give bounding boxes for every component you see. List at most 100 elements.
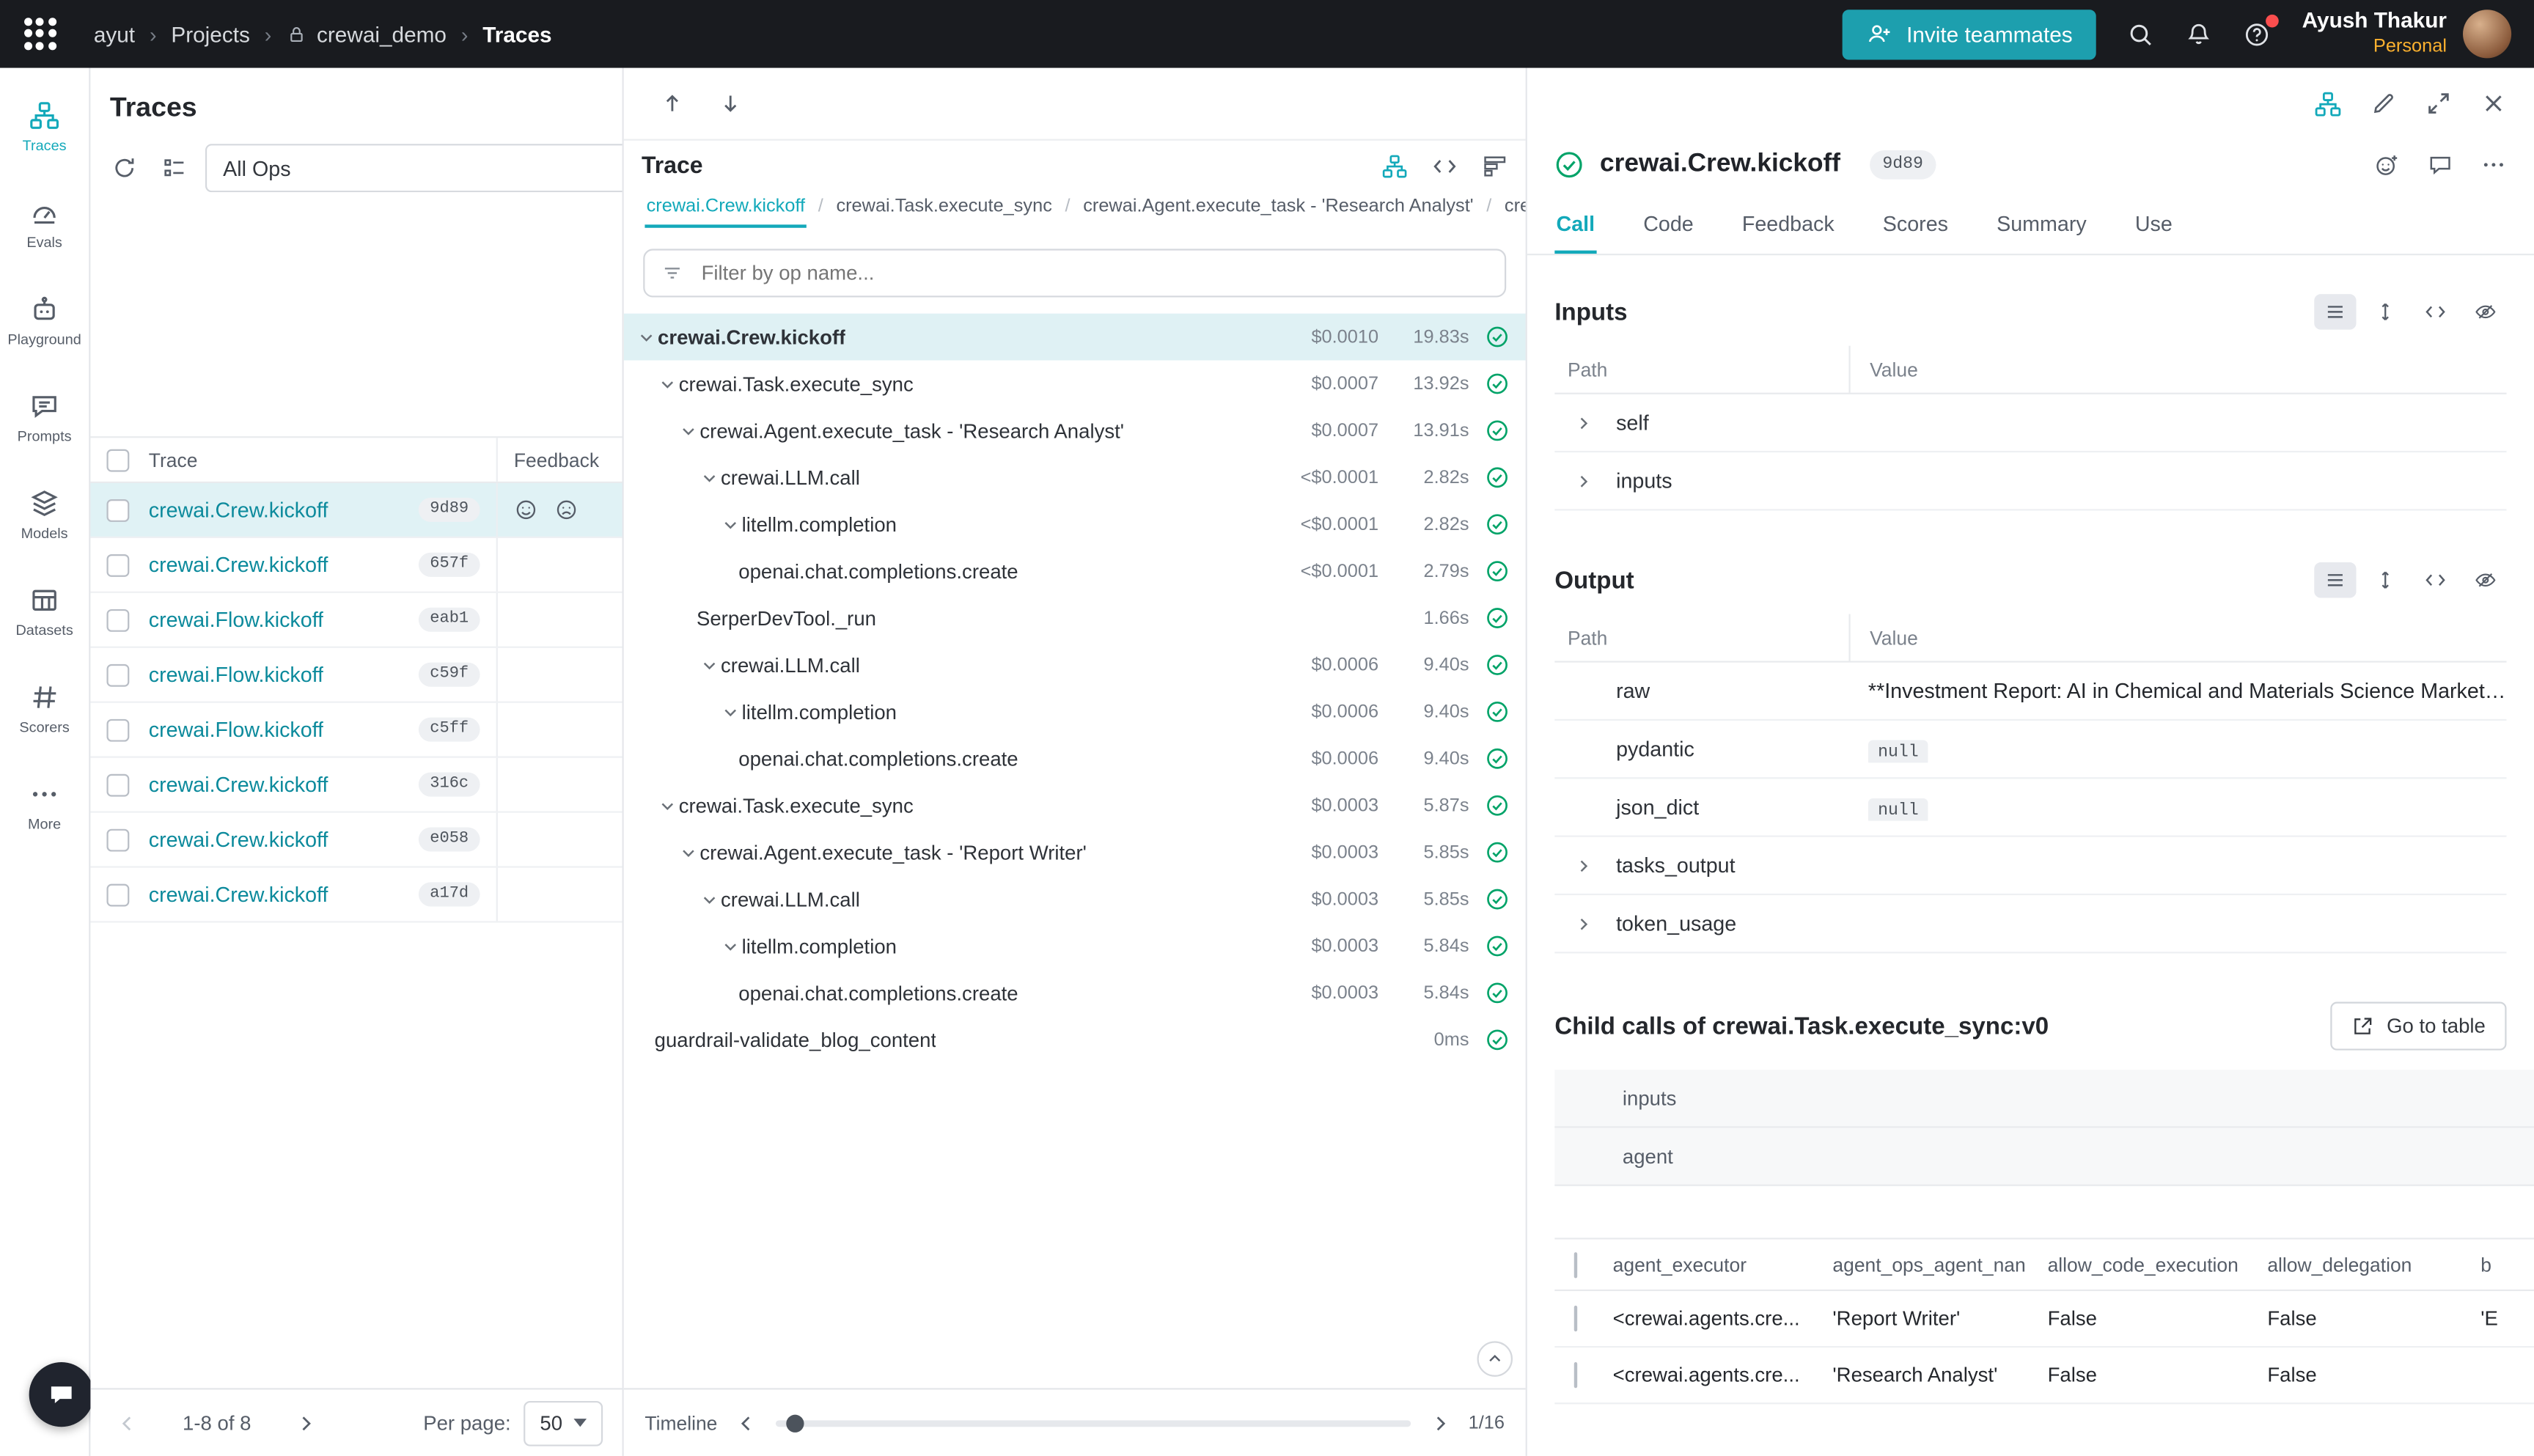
- sidebar-item-traces[interactable]: Traces: [1, 81, 88, 171]
- trace-link[interactable]: crewai.Crew.kickoff: [149, 773, 328, 797]
- row-checkbox[interactable]: [106, 554, 129, 576]
- tree-row[interactable]: SerperDevTool._run1.66s: [624, 595, 1526, 641]
- expand-collapse-icon[interactable]: [2365, 562, 2406, 598]
- trace-list-row[interactable]: crewai.Crew.kickoff316c: [90, 758, 622, 813]
- hide-values-eye-icon[interactable]: [2464, 562, 2506, 598]
- kv-row[interactable]: inputs: [1554, 452, 2506, 510]
- tree-row[interactable]: crewai.Task.execute_sync$0.00035.87s: [624, 782, 1526, 829]
- row-checkbox[interactable]: [106, 663, 129, 686]
- chevron-right-icon[interactable]: [1576, 916, 1592, 932]
- row-checkbox[interactable]: [106, 883, 129, 906]
- tree-row[interactable]: crewai.LLM.call$0.00069.40s: [624, 641, 1526, 688]
- detail-body[interactable]: Inputs Path Value selfinputs Output: [1527, 255, 2534, 1456]
- row-checkbox[interactable]: [1574, 1362, 1577, 1388]
- user-menu[interactable]: Ayush Thakur Personal: [2302, 9, 2511, 59]
- code-view-icon[interactable]: [1432, 153, 1458, 179]
- tab-code[interactable]: Code: [1642, 202, 1695, 254]
- trace-list-row[interactable]: crewai.Crew.kickoff657f: [90, 538, 622, 593]
- tree-row[interactable]: openai.chat.completions.create<$0.00012.…: [624, 548, 1526, 595]
- comment-icon[interactable]: [2428, 152, 2453, 177]
- chevron-down-icon[interactable]: [634, 329, 658, 345]
- row-checkbox[interactable]: [106, 718, 129, 741]
- positive-feedback-icon[interactable]: [514, 498, 538, 522]
- child-table-row[interactable]: <crewai.agents.cre...'Report Writer'Fals…: [1554, 1291, 2534, 1347]
- next-sibling-icon[interactable]: [718, 90, 743, 116]
- tree-row[interactable]: openai.chat.completions.create$0.00069.4…: [624, 735, 1526, 782]
- collapse-timeline-button[interactable]: [1477, 1341, 1513, 1376]
- chevron-right-icon[interactable]: [1576, 473, 1592, 489]
- trace-list-row[interactable]: crewai.Flow.kickoffc5ff: [90, 703, 622, 758]
- breadcrumb-entity[interactable]: ayut: [94, 22, 135, 46]
- chat-support-button[interactable]: [29, 1362, 94, 1427]
- display-settings-icon[interactable]: [155, 149, 194, 188]
- notifications-bell-icon[interactable]: [2186, 21, 2213, 48]
- row-checkbox[interactable]: [1574, 1306, 1577, 1331]
- trace-crumb-tab[interactable]: crewai.Agent.execute_task - 'Research An…: [1081, 192, 1475, 224]
- child-table-row[interactable]: <crewai.agents.cre...'Research Analyst'F…: [1554, 1347, 2534, 1404]
- tab-summary[interactable]: Summary: [1995, 202, 2088, 254]
- overflow-menu-icon[interactable]: [2480, 152, 2506, 177]
- code-icon[interactable]: [2414, 562, 2456, 598]
- select-all-checkbox[interactable]: [106, 449, 129, 471]
- trace-link[interactable]: crewai.Crew.kickoff: [149, 827, 328, 851]
- fullscreen-icon[interactable]: [2425, 90, 2451, 116]
- row-checkbox[interactable]: [106, 499, 129, 521]
- tree-row[interactable]: litellm.completion$0.00035.84s: [624, 923, 1526, 970]
- edit-pencil-icon[interactable]: [2370, 90, 2396, 116]
- chevron-down-icon[interactable]: [655, 798, 679, 814]
- kv-row[interactable]: json_dictnull: [1554, 779, 2506, 837]
- code-icon[interactable]: [2414, 294, 2456, 329]
- tab-call[interactable]: Call: [1554, 202, 1596, 254]
- sidebar-item-datasets[interactable]: Datasets: [1, 565, 88, 655]
- tree-row[interactable]: crewai.LLM.call$0.00035.85s: [624, 876, 1526, 923]
- tree-row[interactable]: openai.chat.completions.create$0.00035.8…: [624, 969, 1526, 1016]
- tree-row[interactable]: litellm.completion<$0.00012.82s: [624, 501, 1526, 548]
- flame-graph-icon[interactable]: [1482, 153, 1507, 179]
- tree-view-icon[interactable]: [2314, 89, 2341, 117]
- invite-teammates-button[interactable]: Invite teammates: [1842, 9, 2097, 59]
- trace-link[interactable]: crewai.Crew.kickoff: [149, 882, 328, 906]
- add-reaction-icon[interactable]: [2374, 152, 2400, 177]
- next-page-icon[interactable]: [295, 1411, 317, 1434]
- trace-list-row[interactable]: crewai.Crew.kickoff9d89: [90, 483, 622, 538]
- tree-row[interactable]: crewai.Task.execute_sync$0.000713.92s: [624, 361, 1526, 408]
- tab-feedback[interactable]: Feedback: [1741, 202, 1836, 254]
- trace-link[interactable]: crewai.Crew.kickoff: [149, 498, 328, 522]
- tree-row[interactable]: crewai.LLM.call<$0.00012.82s: [624, 454, 1526, 501]
- prev-page-icon[interactable]: [117, 1411, 139, 1434]
- breadcrumb-current[interactable]: Traces: [482, 22, 551, 46]
- trace-list-row[interactable]: crewai.Flow.kickoffc59f: [90, 648, 622, 703]
- trace-link[interactable]: crewai.Flow.kickoff: [149, 608, 323, 632]
- list-view-icon[interactable]: [2314, 294, 2356, 329]
- search-icon[interactable]: [2128, 21, 2155, 48]
- row-checkbox[interactable]: [106, 828, 129, 851]
- timeline-prev-icon[interactable]: [735, 1411, 758, 1434]
- trace-crumb-tab[interactable]: crewai.Crew.kickoff: [644, 192, 807, 227]
- expand-collapse-icon[interactable]: [2365, 294, 2406, 329]
- call-id-badge[interactable]: 9d89: [1870, 150, 1936, 180]
- tree-row[interactable]: litellm.completion$0.00069.40s: [624, 688, 1526, 735]
- ops-filter-select[interactable]: All Ops: [205, 144, 623, 192]
- sidebar-item-more[interactable]: More: [1, 760, 88, 850]
- chevron-right-icon[interactable]: [1576, 414, 1592, 430]
- trace-list-row[interactable]: crewai.Crew.kickoffa17d: [90, 868, 622, 923]
- go-to-table-button[interactable]: Go to table: [2330, 1002, 2507, 1051]
- chevron-down-icon[interactable]: [718, 938, 742, 954]
- trace-crumb-tab[interactable]: crewai.Task.execute_sync: [834, 192, 1054, 224]
- tree-row[interactable]: crewai.Crew.kickoff$0.001019.83s: [624, 314, 1526, 361]
- tree-row[interactable]: crewai.Agent.execute_task - 'Report Writ…: [624, 829, 1526, 876]
- prev-sibling-icon[interactable]: [659, 90, 685, 116]
- tab-use[interactable]: Use: [2134, 202, 2174, 254]
- trace-list-row[interactable]: crewai.Flow.kickoffeab1: [90, 593, 622, 648]
- list-view-icon[interactable]: [2314, 562, 2356, 598]
- chevron-down-icon[interactable]: [697, 657, 721, 673]
- wandb-logo[interactable]: [16, 10, 65, 58]
- chevron-down-icon[interactable]: [697, 469, 721, 485]
- trace-link[interactable]: crewai.Flow.kickoff: [149, 663, 323, 687]
- sidebar-item-playground[interactable]: Playground: [1, 275, 88, 365]
- chevron-down-icon[interactable]: [655, 375, 679, 391]
- chevron-right-icon[interactable]: [1576, 857, 1592, 873]
- chevron-down-icon[interactable]: [718, 704, 742, 720]
- kv-row[interactable]: tasks_output: [1554, 837, 2506, 895]
- trace-link[interactable]: crewai.Flow.kickoff: [149, 718, 323, 742]
